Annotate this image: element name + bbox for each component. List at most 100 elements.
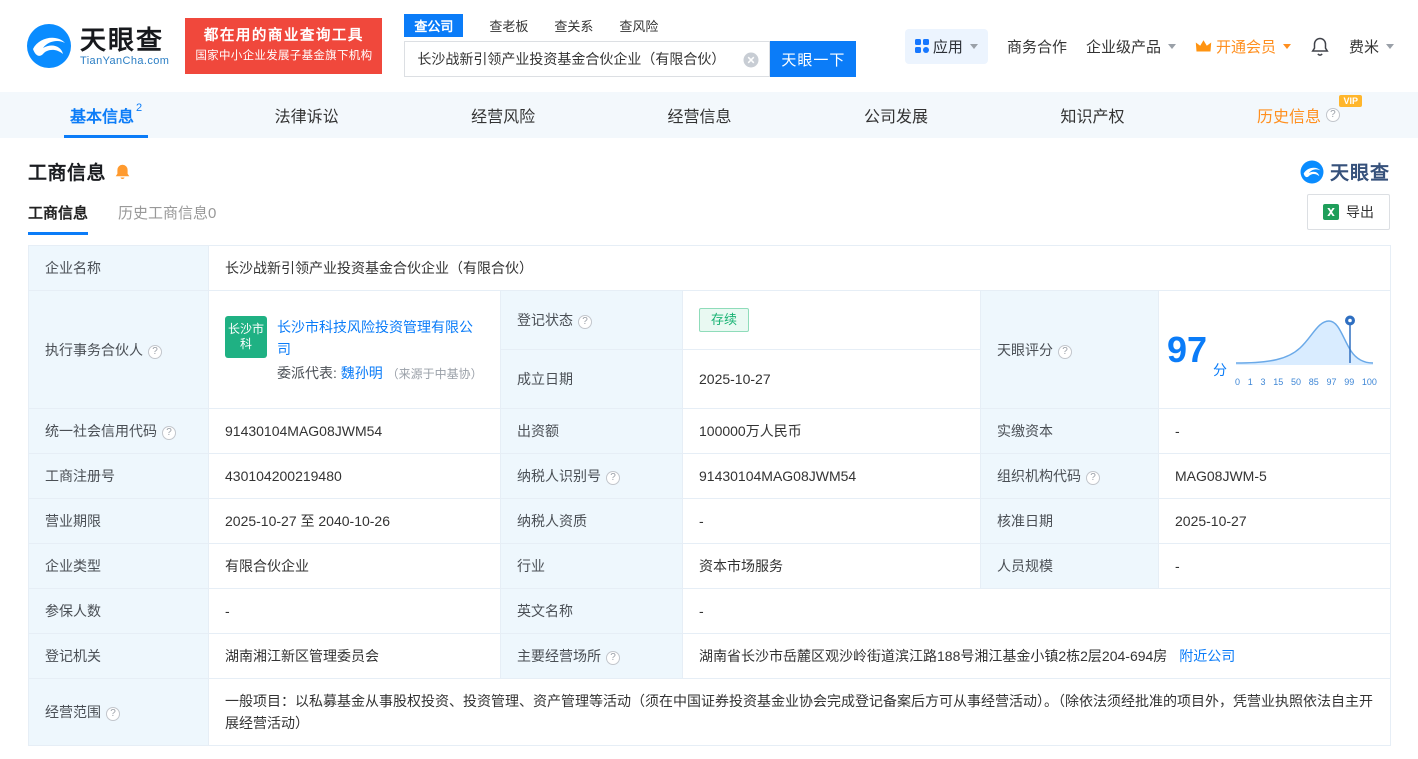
subtab-row: 工商信息 历史工商信息0 导出 — [0, 189, 1418, 235]
notification-bell-icon[interactable] — [1310, 36, 1330, 57]
top-header: 天眼查 TianYanCha.com 都在用的商业查询工具 国家中小企业发展子基… — [0, 0, 1418, 92]
search-tab-company[interactable]: 查公司 — [404, 14, 463, 37]
partner-company-link[interactable]: 长沙市科技风险投资管理有限公司 — [277, 319, 473, 357]
table-row: 营业期限 2025-10-27 至 2040-10-26 纳税人资质 - 核准日… — [29, 499, 1391, 544]
company-type-label: 企业类型 — [29, 544, 209, 589]
business-term-label: 营业期限 — [29, 499, 209, 544]
table-row: 参保人数 - 英文名称 - — [29, 589, 1391, 634]
reg-number-label: 工商注册号 — [29, 454, 209, 499]
business-scope-label: 经营范围 — [29, 679, 209, 746]
score-label: 天眼评分 — [981, 291, 1159, 409]
business-info-table: 企业名称 长沙战新引领产业投资基金合伙企业（有限合伙） 执行事务合伙人 长沙市科… — [28, 245, 1391, 746]
tab-legal-proceedings[interactable]: 法律诉讼 — [269, 92, 345, 138]
org-code-label: 组织机构代码 — [981, 454, 1159, 499]
search-box — [404, 41, 770, 77]
company-avatar[interactable]: 长沙市科 — [225, 316, 267, 358]
section-head: 工商信息 天眼查 — [0, 138, 1418, 189]
representative-link[interactable]: 魏孙明 — [341, 365, 383, 381]
subtab-business-info[interactable]: 工商信息 — [28, 189, 88, 235]
search-tab-relation[interactable]: 查关系 — [554, 16, 593, 35]
help-icon[interactable] — [106, 707, 120, 721]
tab-basic-info[interactable]: 基本信息 2 — [64, 92, 148, 138]
nearby-companies-link[interactable]: 附近公司 — [1179, 648, 1235, 664]
tianyancha-logo[interactable]: 天眼查 TianYanCha.com — [26, 23, 169, 69]
paid-capital-label: 实缴资本 — [981, 409, 1159, 454]
english-name-label: 英文名称 — [501, 589, 683, 634]
promo-banner: 都在用的商业查询工具 国家中小企业发展子基金旗下机构 — [185, 18, 382, 74]
address-text: 湖南省长沙市岳麓区观沙岭街道滨江路188号湘江基金小镇2栋2层204-694房 — [699, 648, 1167, 664]
help-icon[interactable] — [148, 345, 162, 359]
help-icon[interactable] — [162, 426, 176, 440]
promo-line2: 国家中小企业发展子基金旗下机构 — [195, 46, 372, 66]
search-tab-risk[interactable]: 查风险 — [619, 16, 658, 35]
clear-icon[interactable] — [743, 52, 759, 68]
help-icon[interactable] — [606, 651, 620, 665]
tab-business-info[interactable]: 经营信息 — [662, 92, 738, 138]
search-tab-boss[interactable]: 查老板 — [489, 16, 528, 35]
staff-size-value: - — [1159, 544, 1391, 589]
establish-date-value: 2025-10-27 — [683, 350, 981, 409]
vip-badge: VIP — [1339, 95, 1362, 107]
taxpayer-id-label: 纳税人识别号 — [501, 454, 683, 499]
credit-code-value: 91430104MAG08JWM54 — [209, 409, 501, 454]
nav-open-vip-label: 开通会员 — [1216, 36, 1276, 57]
search-button[interactable]: 天眼一下 — [770, 41, 856, 77]
search-tabs: 查公司 查老板 查关系 查风险 — [404, 15, 856, 35]
help-icon[interactable] — [1058, 345, 1072, 359]
help-icon[interactable] — [1326, 108, 1340, 122]
industry-label: 行业 — [501, 544, 683, 589]
help-icon[interactable] — [606, 471, 620, 485]
address-label: 主要经营场所 — [501, 634, 683, 679]
tianyancha-watermark: 天眼查 — [1300, 158, 1390, 185]
score-unit: 分 — [1213, 359, 1227, 381]
top-nav: 应用 商务合作 企业级产品 开通会员 费米 — [905, 29, 1394, 64]
apps-grid-icon — [915, 39, 929, 53]
reg-number-value: 430104200219480 — [209, 454, 501, 499]
search-area: 查公司 查老板 查关系 查风险 天眼一下 — [404, 15, 856, 77]
nav-user-name: 费米 — [1349, 36, 1379, 57]
subtab-history-business-info[interactable]: 历史工商信息0 — [118, 189, 216, 235]
table-row: 企业名称 长沙战新引领产业投资基金合伙企业（有限合伙） — [29, 246, 1391, 291]
taxpayer-quality-value: - — [683, 499, 981, 544]
status-badge: 存续 — [699, 308, 749, 332]
nav-business-cooperation[interactable]: 商务合作 — [1007, 36, 1067, 57]
org-code-value: MAG08JWM-5 — [1159, 454, 1391, 499]
tab-basic-info-label: 基本信息 — [70, 103, 134, 127]
table-row: 经营范围 一般项目：以私募基金从事股权投资、投资管理、资产管理等活动（须在中国证… — [29, 679, 1391, 746]
paid-capital-value: - — [1159, 409, 1391, 454]
company-name-value: 长沙战新引领产业投资基金合伙企业（有限合伙） — [209, 246, 1391, 291]
reg-authority-value: 湖南湘江新区管理委员会 — [209, 634, 501, 679]
insured-label: 参保人数 — [29, 589, 209, 634]
nav-enterprise-products-label: 企业级产品 — [1086, 36, 1161, 57]
reg-status-value: 存续 — [683, 291, 981, 350]
credit-code-label: 统一社会信用代码 — [29, 409, 209, 454]
table-row: 执行事务合伙人 长沙市科 长沙市科技风险投资管理有限公司 委派代表: 魏孙明 （… — [29, 291, 1391, 350]
search-input[interactable] — [405, 42, 769, 76]
help-icon[interactable] — [578, 315, 592, 329]
nav-open-vip[interactable]: 开通会员 — [1195, 36, 1291, 57]
business-scope-value: 一般项目：以私募基金从事股权投资、投资管理、资产管理等活动（须在中国证券投资基金… — [209, 679, 1391, 746]
nav-user-menu[interactable]: 费米 — [1349, 36, 1394, 57]
partner-label: 执行事务合伙人 — [29, 291, 209, 409]
chevron-down-icon — [970, 44, 978, 49]
table-row: 工商注册号 430104200219480 纳税人识别号 91430104MAG… — [29, 454, 1391, 499]
score-value: 97 — [1167, 330, 1207, 370]
tab-history-info[interactable]: VIP 历史信息 — [1251, 92, 1354, 138]
section-title: 工商信息 — [28, 158, 106, 185]
tianyancha-logo-icon — [1300, 160, 1324, 184]
tab-company-development[interactable]: 公司发展 — [858, 92, 934, 138]
export-button[interactable]: 导出 — [1307, 194, 1390, 230]
promo-line1: 都在用的商业查询工具 — [195, 26, 372, 46]
tab-intellectual-property[interactable]: 知识产权 — [1054, 92, 1130, 138]
apps-menu[interactable]: 应用 — [905, 29, 988, 64]
address-value: 湖南省长沙市岳麓区观沙岭街道滨江路188号湘江基金小镇2栋2层204-694房 … — [683, 634, 1391, 679]
help-icon[interactable] — [1086, 471, 1100, 485]
reg-status-label: 登记状态 — [501, 291, 683, 350]
tab-basic-info-badge: 2 — [136, 102, 142, 114]
tab-operational-risk[interactable]: 经营风险 — [465, 92, 541, 138]
subscribe-bell-icon[interactable] — [114, 163, 131, 181]
nav-enterprise-products[interactable]: 企业级产品 — [1086, 36, 1176, 57]
company-type-value: 有限合伙企业 — [209, 544, 501, 589]
tianyan-score-cell[interactable]: 97 分 0131550859799100 — [1159, 291, 1391, 409]
company-name-label: 企业名称 — [29, 246, 209, 291]
